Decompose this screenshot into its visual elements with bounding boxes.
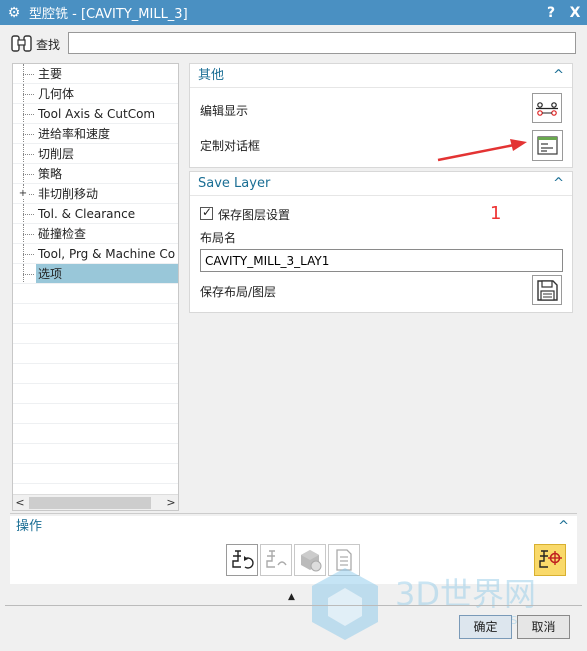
operations-panel: 操作 ^ — [10, 516, 577, 584]
save-layout-label: 保存布局/图层 — [200, 285, 277, 299]
nav-empty-row — [13, 364, 178, 384]
horizontal-scrollbar[interactable]: < > — [13, 494, 178, 510]
operations-panel-header[interactable]: 操作 ^ — [10, 516, 577, 538]
display-toolpath-button[interactable] — [534, 544, 566, 576]
nav-empty-row — [13, 384, 178, 404]
tree-connector — [13, 204, 35, 223]
list-icon — [336, 549, 352, 571]
find-input[interactable] — [68, 32, 576, 54]
nav-item[interactable]: Tool, Prg & Machine Co — [13, 244, 178, 264]
generate-button[interactable] — [226, 544, 258, 576]
nav-item[interactable]: Tol. & Clearance — [13, 204, 178, 224]
nav-empty-row — [13, 444, 178, 464]
floppy-disk-icon — [537, 280, 558, 301]
window-title: 型腔铣 - [CAVITY_MILL_3] — [29, 7, 188, 22]
cancel-button[interactable]: 取消 — [517, 615, 570, 639]
nav-item-label: 选项 — [36, 264, 178, 283]
collapse-caret-icon[interactable]: ^ — [553, 172, 564, 196]
nav-empty-row — [13, 304, 178, 324]
nav-item-label: 主要 — [38, 67, 63, 81]
custom-dialog-button[interactable] — [532, 130, 563, 161]
nav-item[interactable]: 切削层 — [13, 144, 178, 164]
nav-item-label: 非切削移动 — [38, 187, 99, 201]
collapse-dialog-icon[interactable]: ▲ — [288, 592, 295, 602]
gear-icon[interactable]: ⚙ — [3, 5, 25, 21]
scroll-right-button[interactable]: > — [164, 495, 178, 511]
dialog-navigator: 主要几何体 Tool Axis & CutCom 进给率和速度 切削层策略 + 非切削移动… — [12, 63, 179, 511]
title-bar: ⚙ 型腔铣 - [CAVITY_MILL_3] ? X — [0, 0, 587, 25]
verify-button[interactable] — [294, 544, 326, 576]
tree-connector — [13, 264, 35, 283]
layout-name-label: 布局名 — [200, 231, 237, 245]
nav-item[interactable]: + 非切削移动 — [13, 184, 178, 204]
help-button[interactable]: ? — [539, 5, 563, 21]
nav-item[interactable]: Tool Axis & CutCom — [13, 104, 178, 124]
nav-item-label: Tool Axis & CutCom — [38, 107, 156, 121]
edit-display-label: 编辑显示 — [200, 104, 249, 118]
find-bar: 查找 — [0, 25, 587, 63]
tree-connector: + — [13, 184, 35, 203]
other-panel-header[interactable]: 其他 ^ — [190, 64, 572, 88]
nav-empty-row — [13, 284, 178, 304]
nav-item[interactable]: 几何体 — [13, 84, 178, 104]
binoculars-icon — [10, 34, 34, 54]
annotation-number: 1 — [490, 203, 502, 224]
layout-name-input[interactable] — [200, 249, 563, 272]
collapse-caret-icon[interactable]: ^ — [553, 64, 564, 88]
save-layer-panel-header[interactable]: Save Layer ^ — [190, 172, 572, 196]
nav-item[interactable]: 主要 — [13, 64, 178, 84]
other-panel: 其他 ^ 编辑显示 定制对话框 — [189, 63, 573, 168]
edit-display-icon — [536, 102, 558, 116]
nav-empty-row — [13, 424, 178, 444]
section-divider — [10, 513, 577, 514]
expand-icon[interactable]: + — [18, 189, 28, 199]
list-button[interactable] — [328, 544, 360, 576]
nav-item[interactable]: 碰撞检查 — [13, 224, 178, 244]
tree-connector — [13, 64, 35, 83]
replay-icon — [266, 550, 287, 568]
tree-connector — [13, 84, 35, 103]
save-layout-button[interactable] — [532, 275, 562, 305]
nav-empty-row — [13, 324, 178, 344]
ok-button[interactable]: 确定 — [459, 615, 512, 639]
scroll-left-button[interactable]: < — [13, 495, 27, 511]
tree-connector — [13, 244, 35, 263]
nav-item[interactable]: 选项 — [13, 264, 178, 284]
footer-divider — [5, 605, 582, 606]
save-layer-settings-label: 保存图层设置 — [218, 208, 291, 222]
nav-item-label: 策略 — [38, 167, 63, 181]
tree-connector — [13, 104, 35, 123]
nav-empty-row — [13, 344, 178, 364]
nav-item-label: Tol. & Clearance — [38, 207, 136, 221]
custom-dialog-icon — [537, 136, 558, 155]
save-layer-settings-checkbox[interactable] — [200, 205, 213, 220]
save-layer-panel-title: Save Layer — [198, 176, 271, 191]
nav-item-label: Tool, Prg & Machine Co — [38, 247, 176, 261]
nav-empty-row — [13, 404, 178, 424]
close-button[interactable]: X — [563, 5, 587, 21]
nav-item-label: 进给率和速度 — [38, 127, 111, 141]
tree-connector — [13, 164, 35, 183]
nav-item-label: 碰撞检查 — [38, 227, 87, 241]
nav-item[interactable]: 进给率和速度 — [13, 124, 178, 144]
edit-display-button[interactable] — [532, 93, 562, 123]
generate-icon — [232, 550, 254, 569]
find-label: 查找 — [36, 37, 61, 52]
collapse-caret-icon[interactable]: ^ — [558, 516, 569, 538]
replay-button[interactable] — [260, 544, 292, 576]
tree-connector — [13, 144, 35, 163]
other-panel-title: 其他 — [198, 68, 225, 83]
save-layer-panel: Save Layer ^ 保存图层设置 布局名 保存布局/图层 — [189, 171, 573, 313]
nav-item-label: 切削层 — [38, 147, 75, 161]
verify-icon — [301, 550, 322, 572]
scrollbar-thumb[interactable] — [29, 497, 151, 509]
operations-panel-title: 操作 — [16, 519, 43, 534]
custom-dialog-label: 定制对话框 — [200, 139, 261, 153]
display-toolpath-icon — [539, 550, 562, 568]
nav-empty-row — [13, 464, 178, 484]
nav-item[interactable]: 策略 — [13, 164, 178, 184]
nav-item-label: 几何体 — [38, 87, 75, 101]
tree-connector — [13, 224, 35, 243]
tree-connector — [13, 124, 35, 143]
